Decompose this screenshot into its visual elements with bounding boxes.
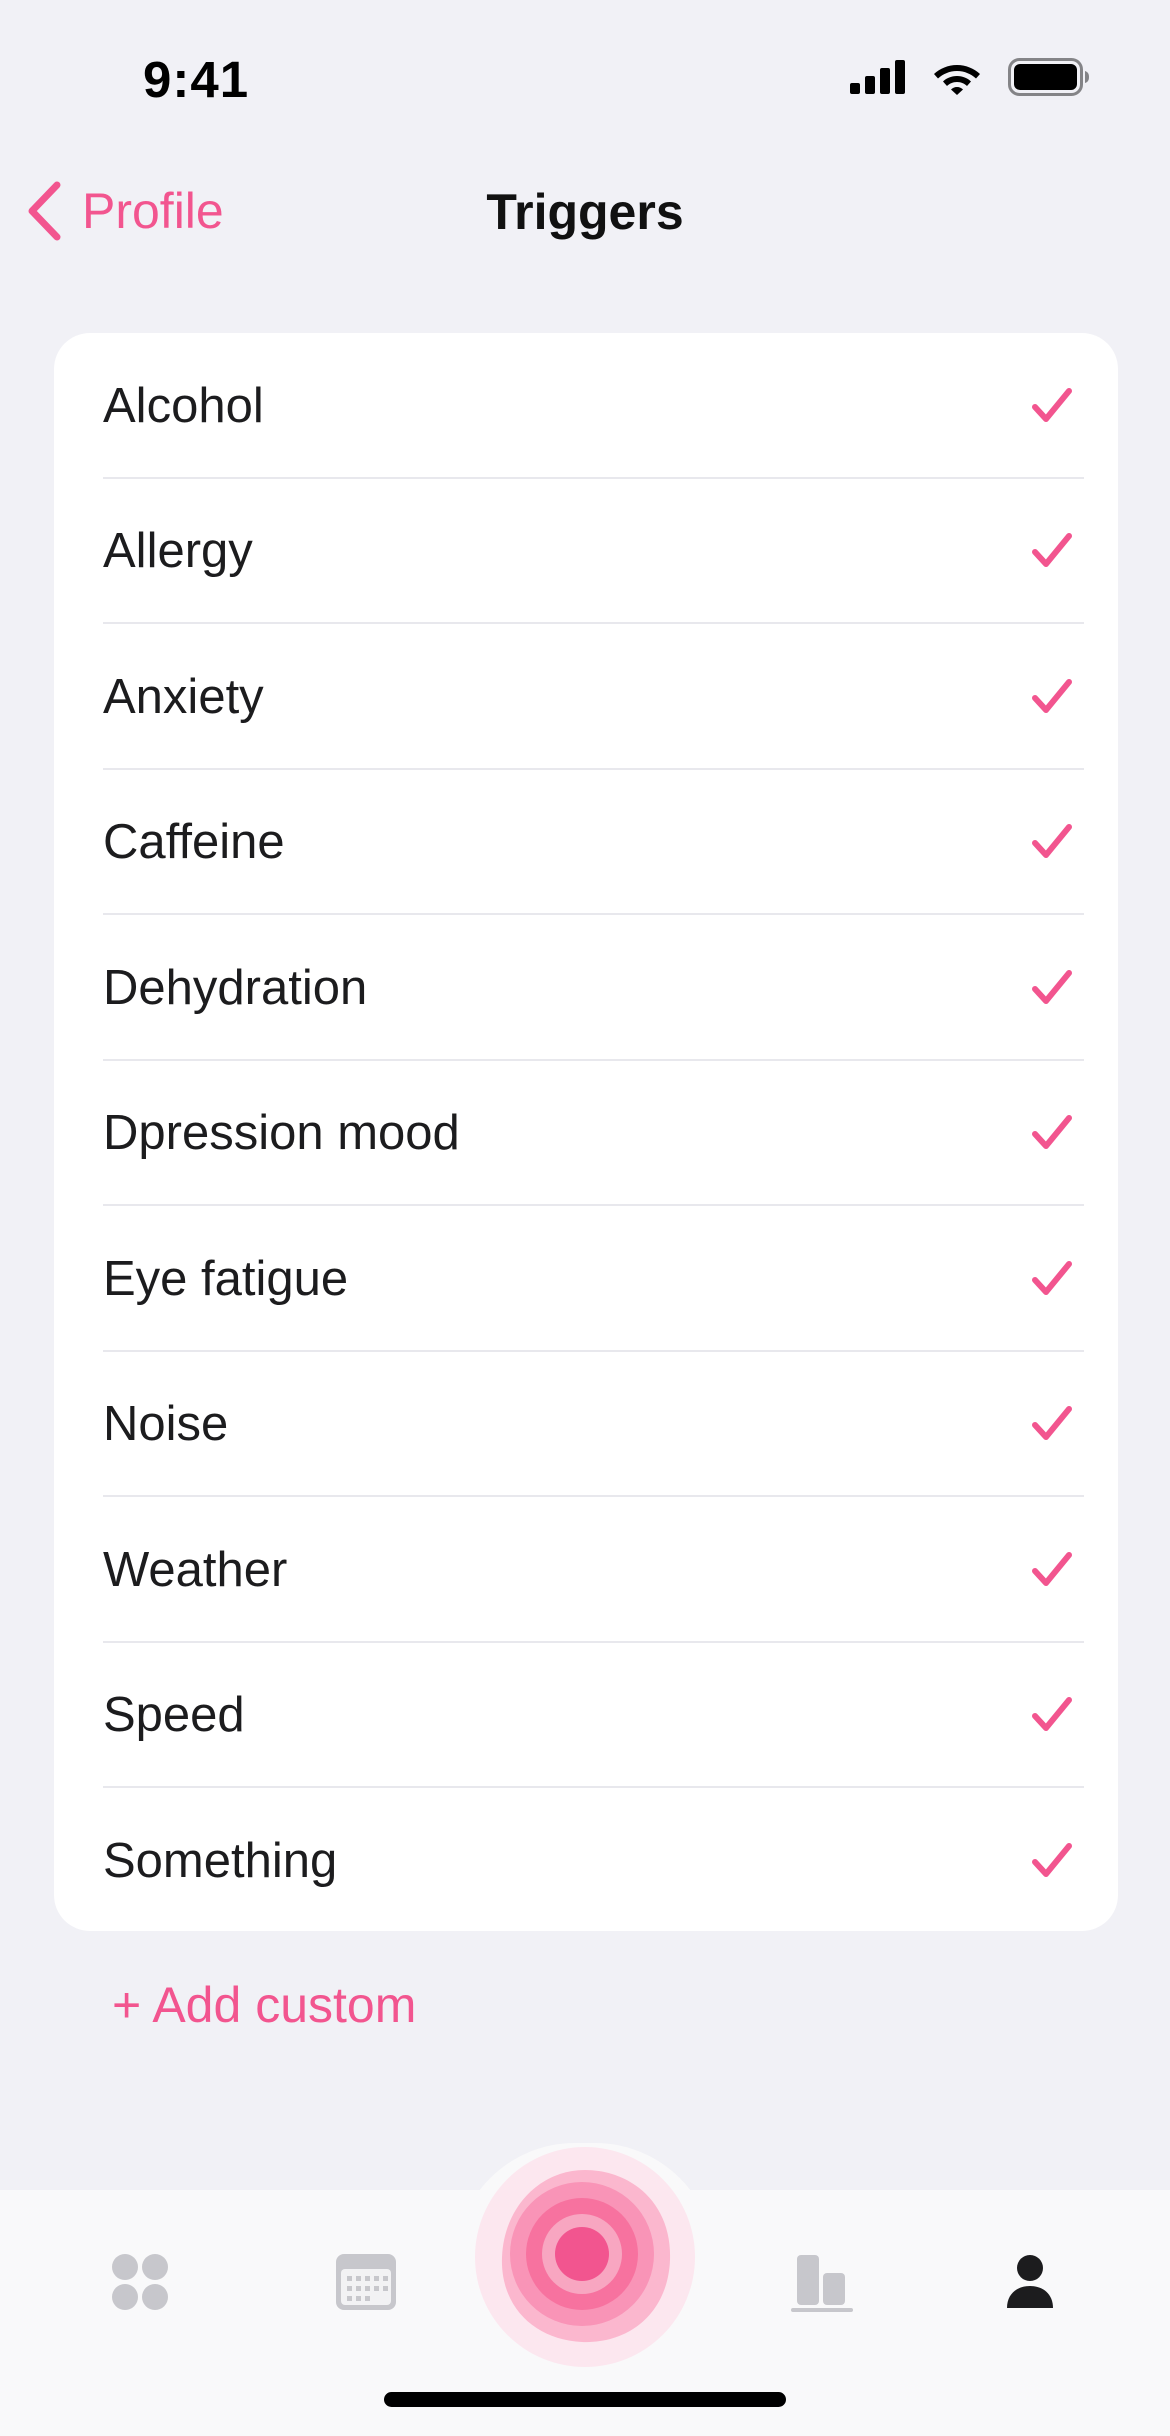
checkmark-icon	[1030, 1257, 1074, 1301]
tab-calendar[interactable]	[326, 2242, 406, 2322]
trigger-row-weather[interactable]: Weather	[54, 1497, 1118, 1643]
trigger-label: Allergy	[103, 524, 253, 579]
trigger-row-caffeine[interactable]: Caffeine	[54, 770, 1118, 916]
person-icon	[1007, 2255, 1053, 2308]
page-title: Triggers	[486, 184, 684, 240]
tab-stats[interactable]	[782, 2242, 862, 2322]
checkmark-icon	[1030, 966, 1074, 1010]
trigger-row-depression-mood[interactable]: Dpression mood	[54, 1061, 1118, 1207]
trigger-row-alcohol[interactable]: Alcohol	[54, 333, 1118, 479]
checkmark-icon	[1030, 1548, 1074, 1592]
status-icons	[850, 58, 1090, 96]
checkmark-icon	[1030, 1402, 1074, 1446]
tab-profile[interactable]	[990, 2242, 1070, 2322]
cellular-signal-icon	[850, 60, 905, 94]
trigger-label: Weather	[103, 1542, 288, 1597]
trigger-label: Anxiety	[103, 669, 264, 724]
tab-dashboard[interactable]	[100, 2242, 180, 2322]
trigger-label: Speed	[103, 1688, 245, 1743]
bar-chart-icon	[791, 2255, 853, 2312]
tab-record[interactable]	[475, 2147, 695, 2367]
grid-icon	[112, 2254, 168, 2310]
trigger-row-dehydration[interactable]: Dehydration	[54, 915, 1118, 1061]
trigger-label: Eye fatigue	[103, 1251, 349, 1306]
checkmark-icon	[1030, 1693, 1074, 1737]
trigger-label: Noise	[103, 1397, 229, 1452]
trigger-row-speed[interactable]: Speed	[54, 1643, 1118, 1789]
checkmark-icon	[1030, 1111, 1074, 1155]
status-bar: 9:41	[0, 0, 1170, 150]
checkmark-icon	[1030, 820, 1074, 864]
wifi-icon	[934, 65, 980, 95]
calendar-icon	[336, 2254, 396, 2310]
triggers-list: Alcohol Allergy Anxiety Caffeine Dehydra…	[54, 333, 1118, 1931]
status-time: 9:41	[143, 51, 250, 108]
add-custom-button[interactable]: + Add custom	[112, 1976, 416, 2034]
trigger-row-allergy[interactable]: Allergy	[54, 479, 1118, 625]
trigger-label: Dehydration	[103, 960, 368, 1015]
trigger-label: Caffeine	[103, 815, 285, 870]
trigger-label: Something	[103, 1833, 338, 1888]
checkmark-icon	[1030, 675, 1074, 719]
home-indicator	[384, 2392, 786, 2407]
trigger-row-eye-fatigue[interactable]: Eye fatigue	[54, 1206, 1118, 1352]
trigger-row-something[interactable]: Something	[54, 1788, 1118, 1931]
trigger-label: Dpression mood	[103, 1106, 460, 1161]
battery-icon	[1008, 58, 1089, 96]
checkmark-icon	[1030, 1839, 1074, 1883]
checkmark-icon	[1030, 384, 1074, 428]
trigger-row-anxiety[interactable]: Anxiety	[54, 624, 1118, 770]
trigger-row-noise[interactable]: Noise	[54, 1352, 1118, 1498]
checkmark-icon	[1030, 529, 1074, 573]
record-pulse-icon	[501, 2170, 671, 2343]
trigger-label: Alcohol	[103, 378, 264, 433]
navigation-bar: Profile Triggers	[0, 150, 1170, 270]
